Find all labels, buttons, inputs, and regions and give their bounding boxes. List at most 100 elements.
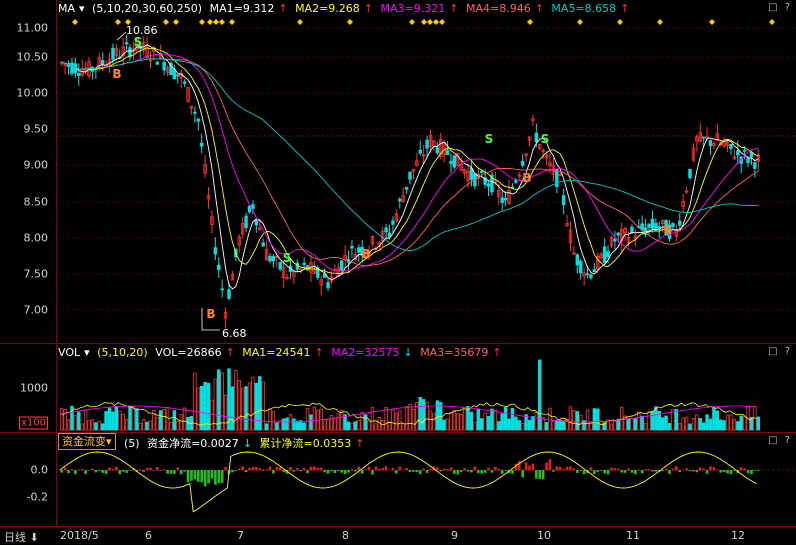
volume-bar [302, 422, 306, 431]
volume-bar [466, 406, 470, 431]
signal-diamond [347, 19, 353, 25]
flow-bar [176, 467, 180, 471]
candle-body [196, 118, 200, 122]
candle-body [585, 273, 590, 276]
flow-indicator-tab[interactable]: 资金流变▾ [58, 433, 116, 450]
volume-bar [681, 417, 685, 431]
volume-bar [722, 420, 726, 431]
low-marker-label: 6.68 [222, 327, 247, 340]
volume-bar [261, 381, 265, 431]
volume-bar [200, 385, 204, 431]
candle-body [708, 140, 713, 147]
volume-bar [480, 418, 484, 431]
flow-bar [330, 470, 333, 472]
flow-bar [299, 470, 303, 472]
volume-bar [60, 408, 64, 431]
flow-bar [497, 468, 501, 471]
flow-bar [473, 466, 477, 471]
candle-body [251, 204, 255, 210]
signal-diamond [709, 19, 715, 25]
volume-bar [544, 422, 549, 431]
flow-bar [494, 466, 497, 471]
candle-body [500, 197, 504, 203]
volume-bar [138, 423, 142, 431]
flow-bar [654, 470, 658, 472]
volume-bar [312, 406, 317, 431]
flow-bar [439, 470, 443, 472]
flow-bar [616, 468, 620, 471]
flow-bar [558, 466, 562, 471]
volume-bar [520, 422, 525, 431]
volume-bar [445, 418, 450, 431]
volume-bar [517, 420, 521, 431]
volume-bar [708, 418, 713, 431]
candle-body [688, 168, 692, 179]
volume-bar [404, 406, 409, 431]
volume-bar [667, 423, 672, 431]
volume-bar [118, 410, 122, 431]
volume-bar [469, 411, 474, 431]
flow-bar [750, 470, 753, 475]
volume-bar [285, 417, 289, 431]
flow-bar [576, 470, 579, 473]
flow-bar [756, 470, 760, 471]
signal-diamond [213, 19, 219, 25]
flow-bar [97, 470, 101, 471]
volume-bar [213, 378, 218, 431]
volume-bar [186, 417, 190, 431]
flow-bar [401, 469, 405, 471]
volume-bar [90, 419, 95, 431]
candle-body [217, 264, 221, 271]
volume-bar [398, 410, 402, 431]
flow-bar [248, 467, 251, 471]
volume-bar [357, 419, 361, 431]
flow-bar [688, 470, 692, 472]
flow-bar [623, 470, 627, 473]
candle-body [503, 197, 508, 201]
volume-bar [671, 409, 675, 431]
buy-signal: B [361, 247, 370, 261]
flow-bar [203, 470, 207, 487]
flow-bar [179, 470, 183, 475]
volume-bar [370, 406, 375, 431]
volume-bar [367, 420, 371, 431]
volume-bar [715, 410, 720, 431]
flow-bar [244, 470, 248, 473]
volume-bar [592, 408, 597, 431]
signal-diamond [439, 19, 445, 25]
signal-diamond [173, 19, 179, 25]
price-panel[interactable]: 11.00 10.50 10.00 9.50 9.00 8.50 8.00 7.… [0, 0, 796, 343]
flow-panel-controls[interactable]: □ ? [768, 435, 792, 446]
volume-bar [483, 412, 487, 431]
flow-bar [302, 467, 306, 471]
flow-params[interactable]: (5) [124, 437, 140, 450]
flow-bar [169, 470, 173, 474]
candle-body [326, 282, 330, 289]
volume-bar [80, 423, 84, 431]
volume-bar [73, 415, 78, 431]
signal-diamond [527, 19, 533, 25]
signal-diamond [409, 19, 415, 25]
flow-bar [548, 459, 552, 471]
flow-bar [159, 470, 163, 471]
flow-bar [661, 470, 664, 472]
candle-body [520, 160, 525, 166]
flow-bar [726, 470, 729, 474]
flow-bar [651, 470, 654, 472]
volume-panel[interactable]: 1000 x100 VOL ▾ (5,10,20) VOL=26866 ↑ MA1=… [0, 344, 796, 432]
volume-bar [725, 414, 730, 431]
volume-bar [169, 421, 173, 431]
volume-bar [230, 386, 235, 431]
volume-bar [742, 416, 747, 431]
candle-body [418, 149, 422, 154]
flow-bar [709, 466, 712, 471]
flow-bar [231, 470, 234, 473]
volume-bar [343, 414, 347, 431]
flow-bar [627, 468, 630, 471]
volume-bar [114, 405, 119, 431]
flow-bar [255, 466, 258, 471]
flow-bar [685, 468, 688, 471]
volume-bar [449, 411, 453, 431]
volume-bar [626, 418, 631, 431]
flow-panel[interactable]: 0.0 -0.2 (5) 资金净流=0.0027 ↓ 累计净流=0.0353 ↑ □… [0, 433, 796, 526]
